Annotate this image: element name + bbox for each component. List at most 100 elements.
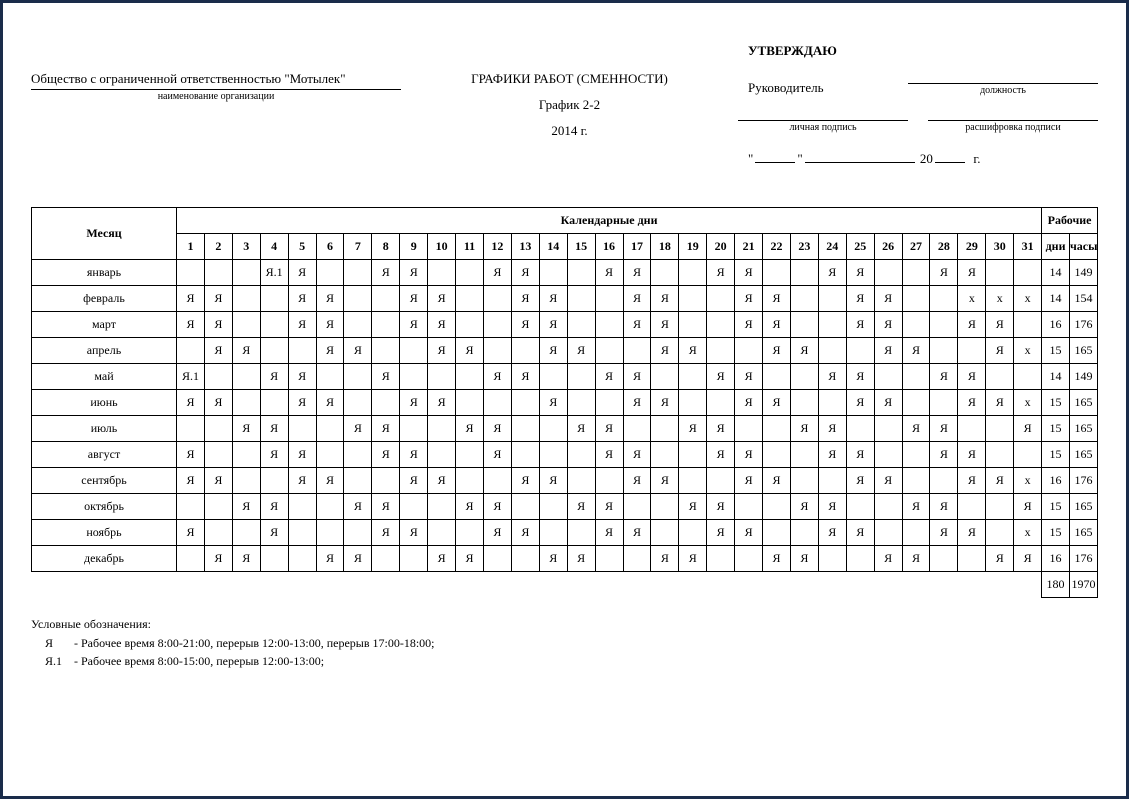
day-cell <box>483 468 511 494</box>
day-cell <box>567 468 595 494</box>
day-cell: Я <box>846 312 874 338</box>
header-day-28: 28 <box>930 234 958 260</box>
day-cell: Я <box>204 338 232 364</box>
legend-code: Я.1 <box>45 653 71 670</box>
table-row: июньЯЯЯЯЯЯЯЯЯЯЯЯЯЯЯx15165 <box>32 390 1098 416</box>
day-cell: Я <box>428 546 456 572</box>
table-row: январьЯ.1ЯЯЯЯЯЯЯЯЯЯЯЯЯ14149 <box>32 260 1098 286</box>
day-cell: Я <box>539 546 567 572</box>
header-day-6: 6 <box>316 234 344 260</box>
day-cell <box>790 312 818 338</box>
day-cell <box>428 442 456 468</box>
day-cell <box>511 338 539 364</box>
day-cell <box>790 468 818 494</box>
day-cell: Я <box>511 260 539 286</box>
day-cell <box>818 468 846 494</box>
month-cell: июнь <box>32 390 177 416</box>
day-cell <box>930 286 958 312</box>
day-cell <box>288 494 316 520</box>
row-days: 15 <box>1042 494 1070 520</box>
day-cell: Я <box>902 546 930 572</box>
table-row: сентябрьЯЯЯЯЯЯЯЯЯЯЯЯЯЯЯЯx16176 <box>32 468 1098 494</box>
row-days: 15 <box>1042 520 1070 546</box>
day-cell <box>232 260 260 286</box>
day-cell: Я <box>260 520 288 546</box>
legend-header: Условные обозначения: <box>31 616 1098 633</box>
day-cell <box>1014 364 1042 390</box>
day-cell: Я <box>707 520 735 546</box>
day-cell <box>651 494 679 520</box>
day-cell: x <box>1014 520 1042 546</box>
totals-row: 180 1970 <box>32 572 1098 598</box>
header-day-18: 18 <box>651 234 679 260</box>
day-cell: Я <box>846 468 874 494</box>
table-row: декабрьЯЯЯЯЯЯЯЯЯЯЯЯЯЯЯЯ16176 <box>32 546 1098 572</box>
day-cell: Я <box>428 312 456 338</box>
day-cell <box>204 494 232 520</box>
day-cell: Я <box>986 468 1014 494</box>
header-day-23: 23 <box>790 234 818 260</box>
day-cell: Я <box>763 312 791 338</box>
day-cell <box>846 494 874 520</box>
day-cell <box>483 546 511 572</box>
day-cell <box>595 286 623 312</box>
day-cell: Я <box>260 494 288 520</box>
day-cell <box>790 442 818 468</box>
day-cell: Я <box>902 494 930 520</box>
day-cell <box>456 390 484 416</box>
day-cell: Я <box>177 390 205 416</box>
day-cell: Я <box>735 442 763 468</box>
day-cell: Я <box>623 520 651 546</box>
day-cell <box>232 364 260 390</box>
row-hours: 165 <box>1070 442 1098 468</box>
header-day-25: 25 <box>846 234 874 260</box>
day-cell: Я <box>316 546 344 572</box>
day-cell: Я <box>595 364 623 390</box>
day-cell: Я <box>930 494 958 520</box>
day-cell <box>539 520 567 546</box>
day-cell: Я <box>986 312 1014 338</box>
day-cell: Я <box>874 390 902 416</box>
day-cell: Я <box>846 364 874 390</box>
day-numbers-row: 1234567891011121314151617181920212223242… <box>32 234 1098 260</box>
day-cell: Я <box>902 338 930 364</box>
day-cell: Я <box>260 416 288 442</box>
header-day-27: 27 <box>902 234 930 260</box>
schedule-table: Месяц Календарные дни Рабочие 1234567891… <box>31 207 1098 598</box>
day-cell <box>595 338 623 364</box>
day-cell: Я <box>846 442 874 468</box>
day-cell: Я <box>232 494 260 520</box>
day-cell: Я <box>1014 416 1042 442</box>
day-cell: Я <box>790 494 818 520</box>
row-days: 15 <box>1042 416 1070 442</box>
day-cell: Я <box>874 338 902 364</box>
day-cell <box>623 338 651 364</box>
day-cell <box>456 520 484 546</box>
day-cell <box>818 338 846 364</box>
day-cell: Я <box>456 416 484 442</box>
day-cell <box>288 520 316 546</box>
day-cell: Я <box>204 468 232 494</box>
day-cell <box>204 520 232 546</box>
day-cell: Я <box>511 364 539 390</box>
day-cell <box>874 520 902 546</box>
day-cell <box>428 520 456 546</box>
header-day-30: 30 <box>986 234 1014 260</box>
table-row: апрельЯЯЯЯЯЯЯЯЯЯЯЯЯЯЯx15165 <box>32 338 1098 364</box>
header-day-10: 10 <box>428 234 456 260</box>
day-cell <box>260 338 288 364</box>
day-cell <box>595 312 623 338</box>
document-title: ГРАФИКИ РАБОТ (СМЕННОСТИ) <box>401 71 738 87</box>
day-cell: Я <box>986 338 1014 364</box>
day-cell: Я <box>623 312 651 338</box>
day-cell <box>177 546 205 572</box>
day-cell: Я <box>735 468 763 494</box>
day-cell <box>651 364 679 390</box>
day-cell: Я <box>483 364 511 390</box>
month-cell: июль <box>32 416 177 442</box>
header-day-20: 20 <box>707 234 735 260</box>
total-hours: 1970 <box>1070 572 1098 598</box>
day-cell <box>372 468 400 494</box>
position-field-label: должность <box>908 83 1098 96</box>
day-cell <box>790 390 818 416</box>
